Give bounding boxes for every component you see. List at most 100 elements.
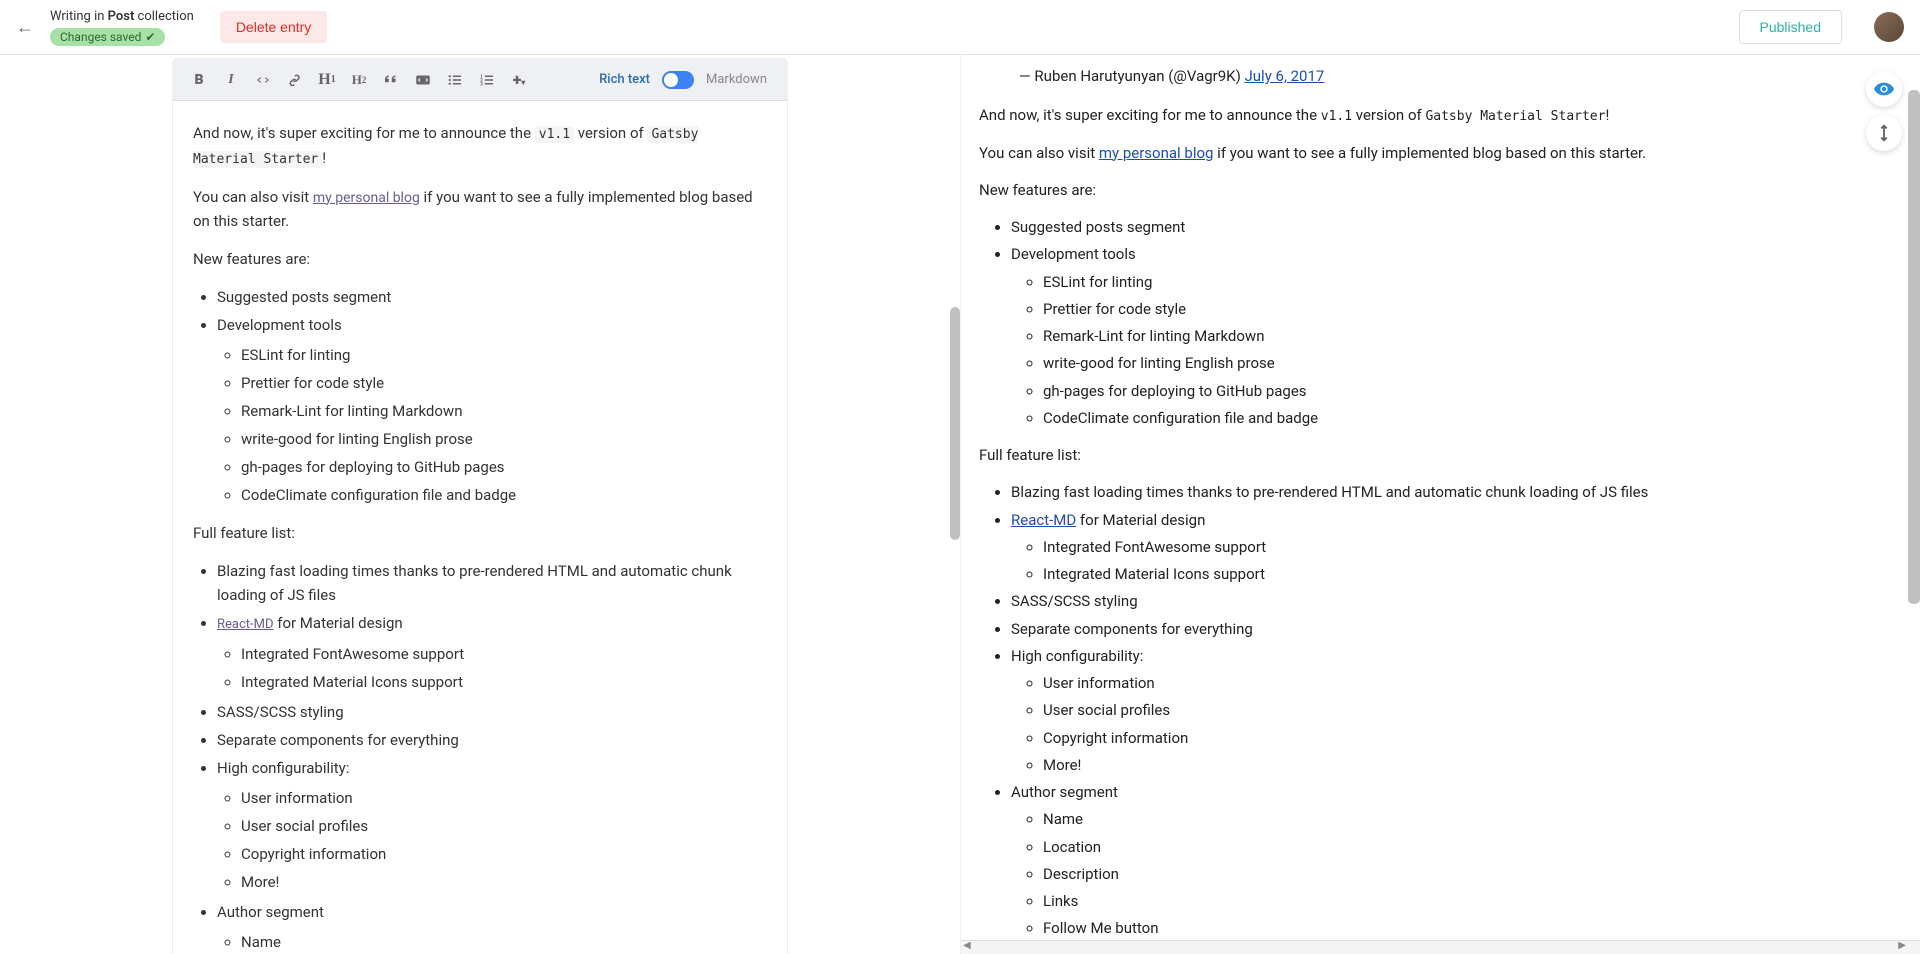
delete-entry-button[interactable]: Delete entry: [220, 11, 327, 43]
code-icon: [254, 71, 272, 89]
list-item: Integrated FontAwesome support: [1043, 536, 1892, 559]
personal-blog-link[interactable]: my personal blog: [313, 190, 420, 206]
list-item[interactable]: React-MD for Material design Integrated …: [217, 611, 767, 694]
preview-paragraph: You can also visit my personal blog if y…: [979, 142, 1892, 165]
preview-scrollbar-track[interactable]: [1908, 55, 1920, 940]
list-item[interactable]: Integrated Material Icons support: [241, 670, 767, 694]
list-item[interactable]: Separate components for everything: [217, 728, 767, 752]
editor-paragraph[interactable]: You can also visit my personal blog if y…: [193, 185, 767, 233]
list-item: Author segment Name Location Description…: [1011, 781, 1892, 940]
richtext-mode-label[interactable]: Rich text: [591, 72, 658, 87]
check-icon: ✔: [145, 30, 155, 44]
list-item: Follow Me button: [1043, 917, 1892, 940]
list-item[interactable]: Blazing fast loading times thanks to pre…: [217, 559, 767, 607]
svg-text:3: 3: [480, 81, 483, 87]
number-list-button[interactable]: 123: [473, 66, 501, 94]
list-item: High configurability: User information U…: [1011, 645, 1892, 777]
list-item[interactable]: High configurability: User information U…: [217, 756, 767, 894]
preview-paragraph: And now, it's super exciting for me to a…: [979, 104, 1892, 127]
preview-visibility-button[interactable]: [1866, 71, 1902, 107]
list-item: Suggested posts segment: [1011, 216, 1892, 239]
list-item: Separate components for everything: [1011, 618, 1892, 641]
quote-button[interactable]: [377, 66, 405, 94]
breadcrumb-collection: Post: [108, 9, 135, 24]
list-item: SASS/SCSS styling: [1011, 590, 1892, 613]
list-item[interactable]: User information: [241, 786, 767, 810]
editor-paragraph[interactable]: New features are:: [193, 247, 767, 271]
list-item: Location: [1043, 836, 1892, 859]
preview-hscrollbar[interactable]: [961, 940, 1920, 954]
list-item[interactable]: User social profiles: [241, 814, 767, 838]
list-item[interactable]: write-good for linting English prose: [241, 427, 767, 451]
list-item[interactable]: ESLint for linting: [241, 343, 767, 367]
editor-content[interactable]: And now, it's super exciting for me to a…: [173, 101, 787, 954]
list-item[interactable]: Suggested posts segment: [217, 285, 767, 309]
breadcrumb-suffix: collection: [134, 9, 193, 24]
preview-paragraph: New features are:: [979, 179, 1892, 202]
editor-toolbar: B I H1 H2 123 +▾ Rich text Markdown: [173, 59, 787, 101]
bold-button[interactable]: B: [185, 66, 213, 94]
list-item[interactable]: Remark-Lint for linting Markdown: [241, 399, 767, 423]
list-item: gh-pages for deploying to GitHub pages: [1043, 380, 1892, 403]
number-list-icon: 123: [478, 71, 496, 89]
markdown-mode-label[interactable]: Markdown: [698, 72, 775, 87]
editor-list[interactable]: Suggested posts segment Development tool…: [193, 285, 767, 507]
published-button[interactable]: Published: [1739, 10, 1843, 44]
list-item: Remark-Lint for linting Markdown: [1043, 325, 1892, 348]
list-item[interactable]: CodeClimate configuration file and badge: [241, 483, 767, 507]
heading1-button[interactable]: H1: [313, 66, 341, 94]
bullet-list-button[interactable]: [441, 66, 469, 94]
floating-controls: [1866, 71, 1902, 151]
list-item[interactable]: Integrated FontAwesome support: [241, 642, 767, 666]
list-item: write-good for linting English prose: [1043, 352, 1892, 375]
status-badge-label: Changes saved: [60, 30, 141, 44]
editor-scrollbar-thumb[interactable]: [950, 307, 960, 541]
list-item: CodeClimate configuration file and badge: [1043, 407, 1892, 430]
editor-paragraph[interactable]: And now, it's super exciting for me to a…: [193, 121, 767, 171]
link-icon: [286, 71, 304, 89]
quote-date-link[interactable]: July 6, 2017: [1245, 67, 1325, 85]
list-item[interactable]: More!: [241, 870, 767, 894]
list-item[interactable]: Development tools ESLint for linting Pre…: [217, 313, 767, 507]
heading2-button[interactable]: H2: [345, 66, 373, 94]
sync-scroll-icon: [1873, 122, 1895, 144]
list-item: Name: [1043, 808, 1892, 831]
list-item: Prettier for code style: [1043, 298, 1892, 321]
preview-list: Suggested posts segment Development tool…: [979, 216, 1892, 430]
list-item[interactable]: Author segment Name: [217, 900, 767, 954]
preview-pane: — Ruben Harutyunyan (@Vagr9K) July 6, 20…: [960, 55, 1920, 954]
list-item: Integrated Material Icons support: [1043, 563, 1892, 586]
add-component-button[interactable]: +▾: [505, 66, 533, 94]
codeblock-button[interactable]: [409, 66, 437, 94]
quote-icon: [382, 71, 400, 89]
list-item[interactable]: Prettier for code style: [241, 371, 767, 395]
list-item: User information: [1043, 672, 1892, 695]
codeblock-icon: [414, 71, 432, 89]
list-item: Links: [1043, 890, 1892, 913]
list-item[interactable]: Copyright information: [241, 842, 767, 866]
back-arrow-icon[interactable]: ←: [16, 17, 34, 38]
link-button[interactable]: [281, 66, 309, 94]
editor-scrollbar-track[interactable]: [950, 55, 960, 954]
mode-toggle[interactable]: [662, 71, 694, 89]
editor-pane: B I H1 H2 123 +▾ Rich text Markdown And …: [0, 55, 960, 954]
quote-attribution: — Ruben Harutyunyan (@Vagr9K) July 6, 20…: [1019, 65, 1892, 88]
preview-paragraph: Full feature list:: [979, 444, 1892, 467]
list-item: Development tools ESLint for linting Pre…: [1011, 243, 1892, 430]
list-item[interactable]: gh-pages for deploying to GitHub pages: [241, 455, 767, 479]
list-item[interactable]: Name: [241, 930, 767, 954]
personal-blog-link[interactable]: my personal blog: [1099, 144, 1214, 162]
list-item: Copyright information: [1043, 727, 1892, 750]
avatar[interactable]: [1874, 12, 1904, 42]
italic-button[interactable]: I: [217, 66, 245, 94]
sync-scroll-button[interactable]: [1866, 115, 1902, 151]
list-item[interactable]: SASS/SCSS styling: [217, 700, 767, 724]
editor-paragraph[interactable]: Full feature list:: [193, 521, 767, 545]
react-md-link[interactable]: React-MD: [217, 617, 274, 632]
react-md-link[interactable]: React-MD: [1011, 511, 1076, 529]
preview-scrollbar-thumb[interactable]: [1908, 90, 1920, 603]
main-split: B I H1 H2 123 +▾ Rich text Markdown And …: [0, 55, 1920, 954]
code-button[interactable]: [249, 66, 277, 94]
list-item: React-MD for Material design Integrated …: [1011, 509, 1892, 587]
editor-list[interactable]: Blazing fast loading times thanks to pre…: [193, 559, 767, 954]
